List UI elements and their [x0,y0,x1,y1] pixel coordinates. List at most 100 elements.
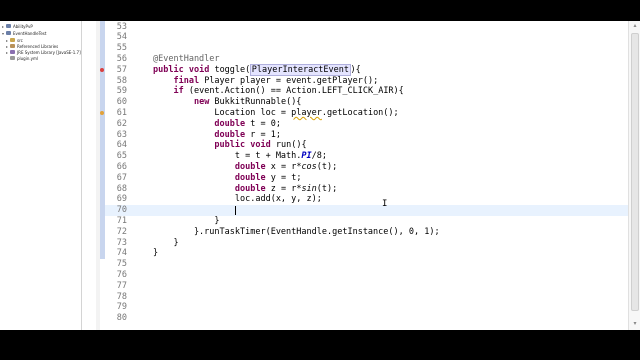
tree-item[interactable]: plugin.yml [6,55,38,61]
code-token: double [234,161,266,172]
code-line[interactable]: 65 t = t + Math.PI/8; [105,151,628,162]
line-number: 59 [116,86,127,97]
code-token: (t); [316,161,338,172]
code-text: double r = 1; [153,130,281,141]
code-token: toggle( [209,64,251,75]
code-line[interactable]: 80 [105,313,628,324]
code-line[interactable]: 55 [105,43,628,54]
breakpoint-marker-icon[interactable] [100,67,104,72]
code-text: public void toggle(PlayerInteractEvent){ [153,63,361,76]
code-token: double [214,118,246,129]
code-text: double x = r*cos(t); [153,162,337,173]
line-number: 66 [116,161,127,172]
code-token: public [214,140,246,151]
code-token: @EventHandler [153,53,220,64]
tree-item[interactable]: ▸ AbilityPvP [2,23,33,29]
code-line[interactable]: 68 double z = r*sin(t); [105,184,628,195]
code-line[interactable]: 79 [105,302,628,313]
ide-window: ▸ AbilityPvP ▾ EventHandleTest ▸ src ▸ Referenc… [0,21,640,330]
code-token: .getLocation(); [321,107,399,118]
package-explorer: ▸ AbilityPvP ▾ EventHandleTest ▸ src ▸ Referenc… [0,21,82,330]
code-line[interactable]: 77 [105,281,628,292]
code-line[interactable]: 76 [105,270,628,281]
warning-marker-icon[interactable] [100,110,104,115]
line-number: 72 [116,226,127,237]
scroll-up-icon[interactable]: ▴ [631,23,639,29]
code-line[interactable]: 60 new BukkitRunnable(){ [105,97,628,108]
code-line[interactable]: 61 Location loc = player.getLocation(); [105,108,628,119]
project-icon [6,31,11,35]
code-line[interactable]: 74} [105,248,628,259]
code-token: t = 0; [245,118,281,129]
code-line[interactable]: 70 [105,205,628,216]
code-token: sin [301,183,317,194]
code-token: x = r* [265,161,302,172]
code-text: final Player player = event.getPlayer(); [153,76,378,87]
line-number: 56 [116,53,127,64]
code-line[interactable]: 69 loc.add(x, y, z); [105,194,628,205]
code-token: new [193,97,210,108]
code-line[interactable]: 62 double t = 0; [105,119,628,130]
tree-item-label: JRE System Library [JavaSE-1.7] [17,49,81,55]
code-token: double [234,172,266,183]
code-token: loc.add(x, y, z); [153,194,322,205]
code-token: Player player = event.getPlayer(); [199,75,379,86]
code-line[interactable]: 57 public void toggle(PlayerInteractEvent… [105,63,628,76]
code-text: t = t + Math.PI/8; [153,151,327,162]
code-line[interactable]: 63 double r = 1; [105,130,628,141]
code-text: @EventHandler [153,54,220,65]
code-token: cos [301,161,317,172]
line-number: 53 [116,21,127,32]
tree-item[interactable]: ▾ EventHandleTest [2,30,46,36]
code-token: } [153,248,159,259]
line-number: 67 [116,172,127,183]
code-line[interactable]: 58 final Player player = event.getPlayer… [105,76,628,87]
overview-ruler[interactable]: ▴ ▾ [628,21,640,330]
scrollbar-thumb[interactable] [631,33,639,311]
line-number: 64 [116,140,127,151]
line-number: 63 [116,129,127,140]
code-line[interactable]: 73 } [105,238,628,249]
code-line[interactable]: 67 double y = t; [105,173,628,184]
scroll-down-icon[interactable]: ▾ [631,321,639,327]
code-token: double [234,183,266,194]
line-number: 65 [116,151,127,162]
code-token: double [214,129,246,140]
line-number: 60 [116,97,127,108]
code-token: y = t; [265,172,302,183]
line-number: 62 [116,118,127,129]
line-number: 61 [116,107,127,118]
tree-item-label: Referenced Libraries [17,43,59,49]
code-token: t = t + Math. [153,151,302,162]
code-token: final [173,75,200,86]
code-line[interactable]: 56 @EventHandler [105,54,628,65]
code-line[interactable]: 75 [105,259,628,270]
code-line[interactable]: 66 double x = r*cos(t); [105,162,628,173]
code-line[interactable]: 72 }.runTaskTimer(EventHandle.getInstanc… [105,227,628,238]
code-line[interactable]: 64 public void run(){ [105,140,628,151]
line-number: 54 [116,32,127,43]
code-line[interactable]: 53 [105,22,628,33]
code-line[interactable]: 59 if (event.Action() == Action.LEFT_CLI… [105,86,628,97]
code-token: } [153,237,179,248]
code-text: double t = 0; [153,119,281,130]
code-line[interactable]: 78 [105,292,628,303]
code-token: void [250,140,271,151]
text-caret [234,206,236,216]
line-number: 71 [116,215,127,226]
code-token: r = 1; [245,129,281,140]
code-line[interactable]: 54 [105,32,628,43]
tree-item-label: src [17,37,23,43]
tree-item-label: AbilityPvP [13,23,33,29]
code-token: z = r* [265,183,302,194]
code-text: Location loc = player.getLocation(); [153,107,399,119]
code-token: if [173,86,184,97]
line-number: 78 [116,291,127,302]
code-line[interactable]: 71 } [105,216,628,227]
